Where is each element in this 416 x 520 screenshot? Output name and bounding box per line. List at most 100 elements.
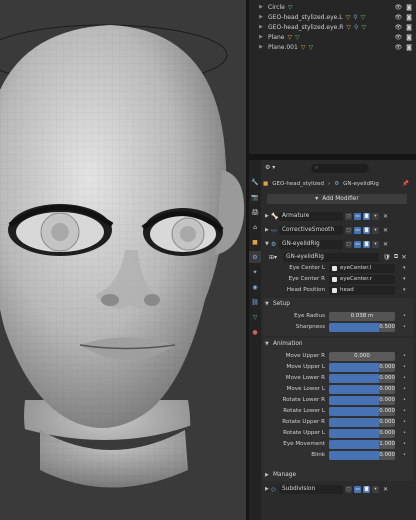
physics-tab-icon[interactable]: ◉ xyxy=(249,281,261,293)
close-icon[interactable]: ✕ xyxy=(383,227,388,234)
pin-icon[interactable]: 📌 xyxy=(402,181,409,187)
3d-viewport[interactable] xyxy=(0,0,246,520)
outliner-row[interactable]: ▶ Plane ▽ ▽ 👁 ◙ xyxy=(249,32,416,42)
keyframe-dot-icon[interactable]: • xyxy=(403,386,406,392)
chevron-right-icon[interactable]: ▶ xyxy=(257,44,265,50)
constraints-tab-icon[interactable]: ⛓ xyxy=(249,296,261,308)
blink-slider[interactable]: 0.000 xyxy=(329,450,395,460)
keyframe-dot-icon[interactable]: • xyxy=(403,452,406,458)
keyframe-dot-icon[interactable]: • xyxy=(403,397,406,403)
object-icon: ▽ xyxy=(300,43,306,51)
edit-mode-toggle[interactable]: ▢ xyxy=(345,226,352,234)
modifier-header[interactable]: ▼ ⚙ GN-eyelidRig ▢ ▭ ◙ ▾ ✕ xyxy=(265,239,413,249)
search-row: ⚙ ▾ ⌕ xyxy=(265,163,413,174)
viewport-toggle[interactable]: ▭ xyxy=(354,485,361,493)
edit-mode-toggle[interactable]: ▢ xyxy=(345,240,352,248)
render-toggle[interactable]: ◙ xyxy=(363,485,370,493)
render-toggle[interactable]: ◙ xyxy=(363,226,370,234)
dropdown-icon[interactable]: ▾ xyxy=(372,485,379,493)
scene-tab-icon[interactable]: ⌂ xyxy=(249,221,261,233)
sharpness-slider[interactable]: 0.500 xyxy=(329,322,395,332)
eye-movement-slider[interactable]: 1.000 xyxy=(329,439,395,449)
visibility-icons[interactable]: 👁 ◙ xyxy=(395,34,413,41)
duplicate-icon[interactable]: ⧉ xyxy=(394,253,398,261)
modifier-name-field[interactable]: Armature xyxy=(279,211,343,221)
keyframe-dot-icon[interactable]: • xyxy=(403,364,406,370)
visibility-icons[interactable]: 👁 ◙ xyxy=(395,4,413,11)
add-modifier-button[interactable]: ▾ Add Modifier xyxy=(267,194,407,204)
viewport-toggle[interactable]: ▭ xyxy=(354,212,361,220)
chevron-right-icon[interactable]: ▶ xyxy=(257,24,265,30)
fake-user-icon[interactable]: 🛡 xyxy=(383,253,391,261)
modifier-header[interactable]: ▶ 〰 CorrectiveSmooth ▢ ▭ ◙ ▾ ✕ xyxy=(265,225,413,235)
keyframe-dot-icon[interactable]: • xyxy=(403,441,406,447)
chevron-right-icon[interactable]: ▶ xyxy=(257,14,265,20)
viewport-toggle[interactable]: ▭ xyxy=(354,226,361,234)
close-icon[interactable]: ✕ xyxy=(383,486,388,493)
object-picker[interactable]: eyeCenter.r xyxy=(329,274,395,284)
particles-tab-icon[interactable]: ✦ xyxy=(249,266,261,278)
outliner-row[interactable]: ▶ GEO-head_stylized.eye.R ▽ ⚲ ▽ 👁 ◙ xyxy=(249,22,416,32)
modifier-name-field[interactable]: CorrectiveSmooth xyxy=(279,225,343,235)
modifier-name-field[interactable]: Subdivision xyxy=(279,484,343,494)
keyframe-dot-icon[interactable]: • xyxy=(403,324,406,330)
keyframe-dot-icon[interactable]: ▾ xyxy=(403,276,406,282)
outliner-row[interactable]: ▶ Plane.001 ▽ ▽ 👁 ◙ xyxy=(249,42,416,52)
move-lower-r-slider[interactable]: 0.000 xyxy=(329,373,395,383)
render-toggle[interactable]: ◙ xyxy=(363,240,370,248)
visibility-icons[interactable]: 👁 ◙ xyxy=(395,44,413,51)
outliner-row[interactable]: ▶ Circle ▽ 👁 ◙ xyxy=(249,2,416,12)
keyframe-dot-icon[interactable]: • xyxy=(403,353,406,359)
close-icon[interactable]: ✕ xyxy=(401,254,406,261)
object-picker[interactable]: head xyxy=(329,285,395,295)
rotate-lower-r-slider[interactable]: 0.000 xyxy=(329,395,395,405)
keyframe-dot-icon[interactable]: • xyxy=(403,375,406,381)
material-tab-icon[interactable]: ● xyxy=(249,326,261,338)
animation-section-header[interactable]: ▼ Animation xyxy=(265,339,413,349)
keyframe-dot-icon[interactable]: • xyxy=(403,408,406,414)
close-icon[interactable]: ✕ xyxy=(383,213,388,220)
edit-mode-toggle[interactable]: ▢ xyxy=(345,485,352,493)
visibility-icons[interactable]: 👁 ◙ xyxy=(395,14,413,21)
dropdown-icon[interactable]: ▾ xyxy=(372,226,379,234)
modifier-name-field[interactable]: GN-eyelidRig xyxy=(279,239,343,249)
node-group-field[interactable]: GN-eyelidRig xyxy=(283,252,380,262)
modifier-header[interactable]: ▶ 🦴 Armature ▢ ▭ ◙ ▾ ✕ xyxy=(265,211,413,221)
manage-section-header[interactable]: ▶ Manage xyxy=(265,470,413,480)
keyframe-dot-icon[interactable]: ▾ xyxy=(403,287,406,293)
move-upper-l-slider[interactable]: 0.000 xyxy=(329,362,395,372)
dropdown-icon[interactable]: ▾ xyxy=(372,212,379,220)
object-tab-icon[interactable]: ■ xyxy=(249,236,261,248)
output-tab-icon[interactable]: 🖨 xyxy=(249,206,261,218)
chevron-right-icon[interactable]: ▶ xyxy=(257,4,265,10)
node-tree-icon[interactable]: ⊞▾ xyxy=(269,254,277,261)
move-lower-l-slider[interactable]: 0.000 xyxy=(329,384,395,394)
keyframe-dot-icon[interactable]: • xyxy=(403,430,406,436)
dropdown-icon[interactable]: ▾ xyxy=(372,240,379,248)
render-tab-icon[interactable]: 📷 xyxy=(249,191,261,203)
edit-mode-toggle[interactable]: ▢ xyxy=(345,212,352,220)
rotate-upper-r-slider[interactable]: 0.000 xyxy=(329,417,395,427)
move-upper-r-slider[interactable]: 0.000 xyxy=(329,351,395,361)
keyframe-dot-icon[interactable]: • xyxy=(403,313,406,319)
object-icon: ▽ xyxy=(346,23,352,31)
eye-radius-field[interactable]: 0.038 m xyxy=(329,311,395,321)
outliner-row[interactable]: ▶ GEO-head_stylized.eye.L ▽ ⚲ ▽ 👁 ◙ xyxy=(249,12,416,22)
render-toggle[interactable]: ◙ xyxy=(363,212,370,220)
modifier-tab-icon[interactable]: ⚙ xyxy=(249,251,261,263)
viewport-toggle[interactable]: ▭ xyxy=(354,240,361,248)
close-icon[interactable]: ✕ xyxy=(383,241,388,248)
setup-section-header[interactable]: ▼ Setup xyxy=(265,299,413,309)
keyframe-dot-icon[interactable]: • xyxy=(403,419,406,425)
search-input[interactable]: ⌕ xyxy=(311,164,369,173)
modifier-header[interactable]: ▶ ◇ Subdivision ▢ ▭ ◙ ▾ ✕ xyxy=(265,484,413,494)
editor-type-icon[interactable]: ⚙ ▾ xyxy=(265,164,275,171)
visibility-icons[interactable]: 👁 ◙ xyxy=(395,24,413,31)
chevron-right-icon[interactable]: ▶ xyxy=(257,34,265,40)
rotate-upper-l-slider[interactable]: 0.000 xyxy=(329,428,395,438)
data-tab-icon[interactable]: ▽ xyxy=(249,311,261,323)
rotate-lower-l-slider[interactable]: 0.000 xyxy=(329,406,395,416)
tool-tab-icon[interactable]: 🔧 xyxy=(249,176,261,188)
keyframe-dot-icon[interactable]: ▾ xyxy=(403,265,406,271)
object-picker[interactable]: eyeCenter.l xyxy=(329,263,395,273)
